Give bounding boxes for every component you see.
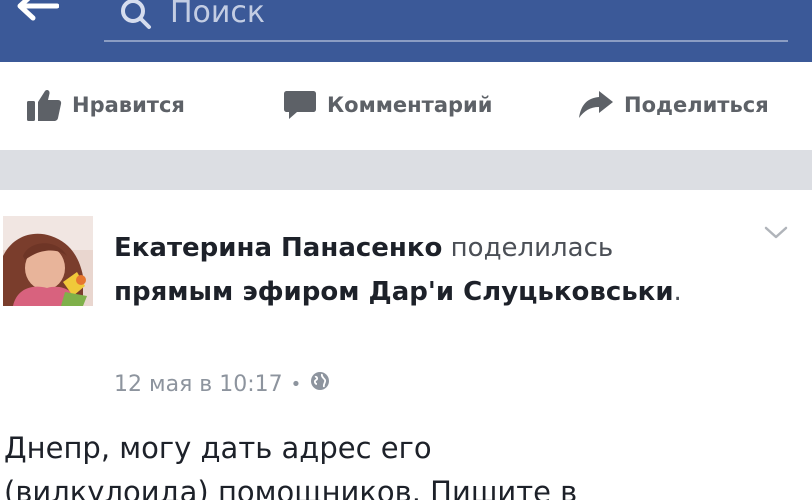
chevron-down-icon[interactable] (760, 220, 792, 244)
post-body-line: (вилкулоида) помощников. Пишите в (4, 475, 578, 500)
avatar[interactable] (3, 216, 93, 306)
post-timestamp[interactable]: 12 мая в 10:17 (114, 372, 283, 397)
like-label: Нравится (72, 93, 185, 117)
share-label: Поделиться (624, 93, 769, 117)
top-navigation-bar (0, 0, 812, 62)
post-header: Екатерина Панасенко поделилась прямым эф… (114, 226, 754, 314)
meta-separator: • (290, 373, 302, 395)
share-verb: поделилась (450, 233, 614, 263)
like-button[interactable]: Нравится (26, 62, 185, 148)
comment-button[interactable]: Комментарий (283, 62, 492, 148)
comment-label: Комментарий (327, 93, 493, 117)
comment-bubble-icon (283, 89, 317, 121)
share-arrow-icon (578, 90, 614, 120)
globe-icon (309, 370, 331, 398)
thumbs-up-icon (26, 88, 62, 122)
post-action-bar: Нравится Комментарий Поделиться (0, 62, 812, 148)
search-icon (118, 0, 154, 32)
search-underline (104, 40, 788, 42)
post-body-text: Днепр, могу дать адрес его (вилкулоида) … (4, 426, 812, 500)
search-bar[interactable] (104, 0, 788, 42)
post-meta: 12 мая в 10:17 • (114, 368, 331, 400)
feed-post: Екатерина Панасенко поделилась прямым эф… (0, 190, 812, 500)
header-period: . (673, 277, 682, 307)
feed-separator (0, 150, 812, 190)
arrow-left-icon (15, 0, 60, 25)
share-button[interactable]: Поделиться (578, 62, 769, 148)
shared-target-link[interactable]: прямым эфиром Дар'и Слуцьковськи (114, 277, 674, 307)
search-input[interactable] (170, 0, 730, 32)
facebook-mobile-screen: Нравится Комментарий Поделиться (0, 0, 812, 500)
post-body-line: Днепр, могу дать адрес его (4, 431, 432, 465)
back-button[interactable] (10, 0, 64, 28)
author-name-link[interactable]: Екатерина Панасенко (114, 233, 442, 263)
